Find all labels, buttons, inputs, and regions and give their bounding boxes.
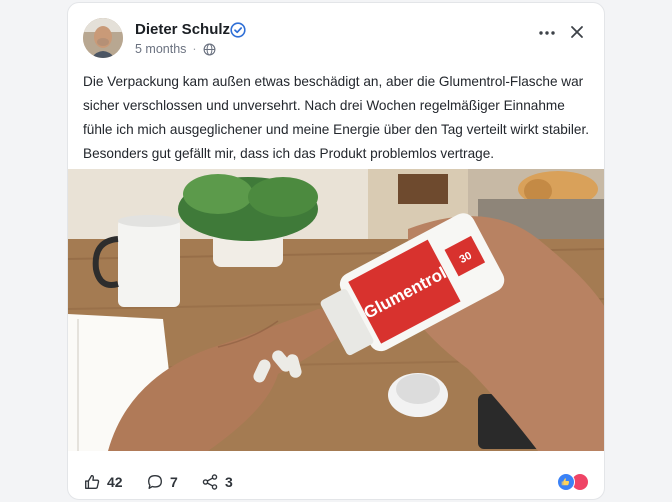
post-photo[interactable]: Glumentrol 30 <box>68 169 604 451</box>
comment-icon <box>148 475 162 489</box>
share-button[interactable]: 3 <box>201 473 233 491</box>
post-meta: 5 months · <box>135 42 216 56</box>
photo-illustration: Glumentrol 30 <box>68 169 604 451</box>
comment-count: 7 <box>170 474 178 490</box>
share-icon <box>202 474 218 490</box>
post-text: Die Verpackung kam außen etwas beschädig… <box>83 74 590 161</box>
meta-separator: · <box>192 42 197 56</box>
verified-badge-icon <box>230 22 246 38</box>
reactions-summary[interactable] <box>557 473 591 493</box>
author-name[interactable]: Dieter Schulz <box>135 21 230 38</box>
more-options-icon[interactable] <box>536 22 558 44</box>
share-count: 3 <box>225 474 233 490</box>
post-card: Dieter Schulz 5 months · Die Verpackung … <box>67 2 605 500</box>
post-time[interactable]: 5 months <box>135 42 186 56</box>
avatar[interactable] <box>83 18 123 58</box>
thumbs-up-icon <box>85 474 100 489</box>
like-reaction-icon <box>557 473 575 491</box>
post-actions: 42 7 3 <box>68 463 604 499</box>
comment-button[interactable]: 7 <box>146 473 178 491</box>
like-count: 42 <box>107 474 123 490</box>
like-button[interactable]: 42 <box>83 473 123 491</box>
post-header: Dieter Schulz 5 months · <box>68 3 604 65</box>
globe-icon <box>203 43 216 55</box>
close-icon[interactable] <box>566 21 588 43</box>
